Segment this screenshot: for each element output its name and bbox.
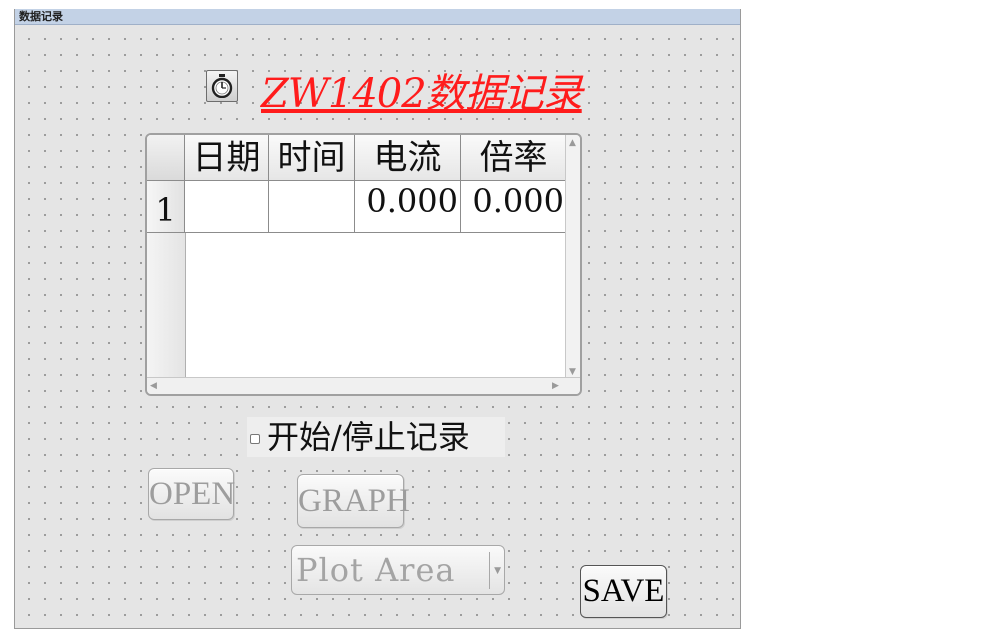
panel-canvas: ZW1402数据记录 日期 时间 电流 倍率 1 0.000 0.000 ▲ ▼… [15,25,740,628]
cell-current[interactable]: 0.000 [355,181,461,233]
record-checkbox-label: 开始/停止记录 [267,418,470,456]
horizontal-scrollbar[interactable]: ◀ ▶ [147,377,580,394]
record-toggle[interactable]: 开始/停止记录 [247,417,505,457]
title-bar: 数据记录 [15,9,740,25]
column-header-current[interactable]: 电流 [355,135,461,181]
page-title: ZW1402数据记录 [261,71,583,117]
graph-button[interactable]: GRAPH [297,474,410,528]
cell-time[interactable] [269,181,355,233]
vertical-scrollbar[interactable]: ▲ ▼ [565,135,580,380]
row-number: 1 [147,181,185,233]
record-checkbox[interactable] [250,434,260,444]
column-header-ratio[interactable]: 倍率 [461,135,567,181]
cell-ratio[interactable]: 0.000 [461,181,567,233]
scroll-right-icon[interactable]: ▶ [552,381,559,391]
column-header-date[interactable]: 日期 [185,135,269,181]
scroll-left-icon[interactable]: ◀ [150,381,157,391]
column-header-time[interactable]: 时间 [269,135,355,181]
data-table[interactable]: 日期 时间 电流 倍率 1 0.000 0.000 ▲ ▼ ◀ ▶ [145,133,582,396]
plot-area-select[interactable]: Plot Area ▼ [291,545,505,595]
window-title: 数据记录 [19,10,63,23]
stopwatch-icon[interactable] [206,70,238,102]
save-button[interactable]: SAVE [580,565,667,618]
open-button[interactable]: OPEN [148,468,235,520]
cell-date[interactable] [185,181,269,233]
scroll-up-icon[interactable]: ▲ [569,138,576,148]
scroll-down-icon[interactable]: ▼ [569,367,576,377]
chevron-down-icon[interactable]: ▼ [494,566,501,576]
plot-area-value: Plot Area [296,551,456,589]
dropdown-divider [489,552,490,589]
table-corner [147,135,185,181]
data-record-window: 数据记录 ZW1402数据记录 日期 时间 电流 倍率 1 0.000 0.00 [14,9,741,629]
